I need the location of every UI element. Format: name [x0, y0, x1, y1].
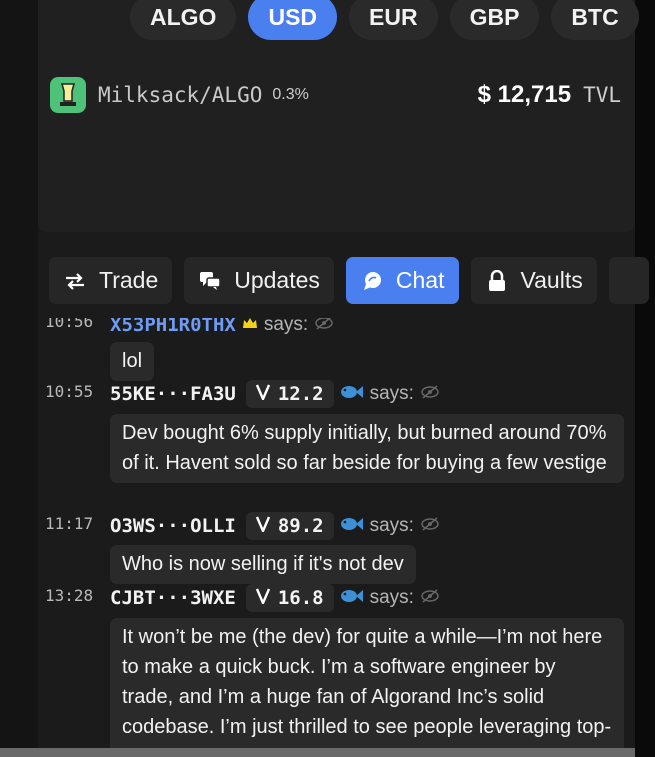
currency-algo-button[interactable]: ALGO — [130, 0, 237, 40]
pool-card: ALGO USD EUR GBP BTC — [38, 0, 639, 232]
message-says: says: — [263, 318, 309, 335]
message-username[interactable]: O3WS···OLLI — [110, 515, 236, 537]
message-header: 55KE···FA3U 12.2 says: — [110, 379, 440, 409]
currency-gbp-button[interactable]: GBP — [449, 0, 540, 40]
hide-eye-icon[interactable] — [420, 384, 440, 404]
currency-selector: ALGO USD EUR GBP BTC — [130, 0, 639, 40]
message-text: Who is now selling if it's not dev — [110, 545, 416, 584]
chat-bubble-icon — [360, 269, 384, 293]
fish-icon — [340, 588, 364, 609]
lock-icon — [485, 269, 509, 293]
message-time: 10:55 — [45, 382, 94, 401]
message-text: Dev bought 6% supply initially, but burn… — [110, 414, 624, 483]
tab-bar: Trade Updates Chat Vaults — [49, 257, 649, 304]
tab-chat-label: Chat — [395, 267, 445, 293]
message-username[interactable]: CJBT···3WXE — [110, 587, 236, 609]
vestige-score: 16.8 — [245, 584, 334, 612]
hide-eye-icon[interactable] — [420, 516, 440, 536]
message-header: O3WS···OLLI 89.2 says: — [110, 511, 440, 541]
score-value: 12.2 — [277, 383, 324, 405]
pool-fee: 0.3% — [272, 86, 309, 103]
vestige-v-icon — [255, 515, 270, 537]
vestige-score: 89.2 — [245, 512, 334, 540]
vestige-v-icon — [255, 383, 270, 405]
message-header: CJBT···3WXE 16.8 says: — [110, 583, 440, 613]
chat-messages: 10:56 X53PH1R0THX says: lol 10:55 55KE··… — [38, 318, 635, 757]
tab-chat[interactable]: Chat — [345, 257, 459, 304]
milksack-logo-icon — [50, 77, 86, 113]
tab-updates-label: Updates — [234, 267, 320, 293]
tab-trade[interactable]: Trade — [49, 257, 173, 304]
vestige-score: 12.2 — [245, 380, 334, 408]
tab-vaults[interactable]: Vaults — [470, 257, 597, 304]
message-says: says: — [369, 587, 414, 608]
fish-icon — [340, 384, 364, 405]
fish-icon — [340, 516, 364, 537]
tab-vaults-label: Vaults — [520, 267, 583, 293]
score-value: 89.2 — [277, 515, 324, 537]
message-time: 13:28 — [45, 586, 94, 605]
vestige-v-icon — [255, 587, 270, 609]
message-text: lol — [110, 342, 155, 381]
comments-icon — [198, 269, 222, 293]
message-username[interactable]: X53PH1R0THX — [110, 318, 236, 336]
tab-overflow[interactable] — [608, 257, 649, 304]
hide-eye-icon[interactable] — [420, 588, 440, 608]
pool-info-row: Milksack/ALGO 0.3% $ 12,715 TVL — [50, 77, 621, 113]
message-time: 10:56 — [45, 318, 94, 331]
message-header: X53PH1R0THX says: — [110, 318, 334, 340]
score-value: 16.8 — [277, 587, 324, 609]
message-username[interactable]: 55KE···FA3U — [110, 383, 236, 405]
message-says: says: — [369, 515, 414, 536]
message-time: 11:17 — [45, 514, 94, 533]
left-gutter — [0, 0, 38, 757]
tvl-label: TVL — [583, 83, 621, 107]
right-gutter — [635, 0, 655, 757]
currency-btc-button[interactable]: BTC — [551, 0, 639, 40]
message-says: says: — [369, 383, 414, 404]
swap-arrows-icon — [63, 269, 87, 293]
currency-eur-button[interactable]: EUR — [349, 0, 438, 40]
message-text: It won’t be me (the dev) for quite a whi… — [110, 618, 624, 757]
currency-usd-button[interactable]: USD — [248, 0, 338, 40]
tvl-value: $ 12,715 — [477, 81, 572, 108]
pool-name[interactable]: Milksack/ALGO — [98, 83, 262, 107]
tab-trade-label: Trade — [99, 267, 159, 293]
crown-icon — [242, 318, 258, 335]
tab-updates[interactable]: Updates — [184, 257, 334, 304]
hide-eye-icon[interactable] — [314, 318, 334, 335]
horizontal-scrollbar[interactable] — [0, 748, 635, 757]
